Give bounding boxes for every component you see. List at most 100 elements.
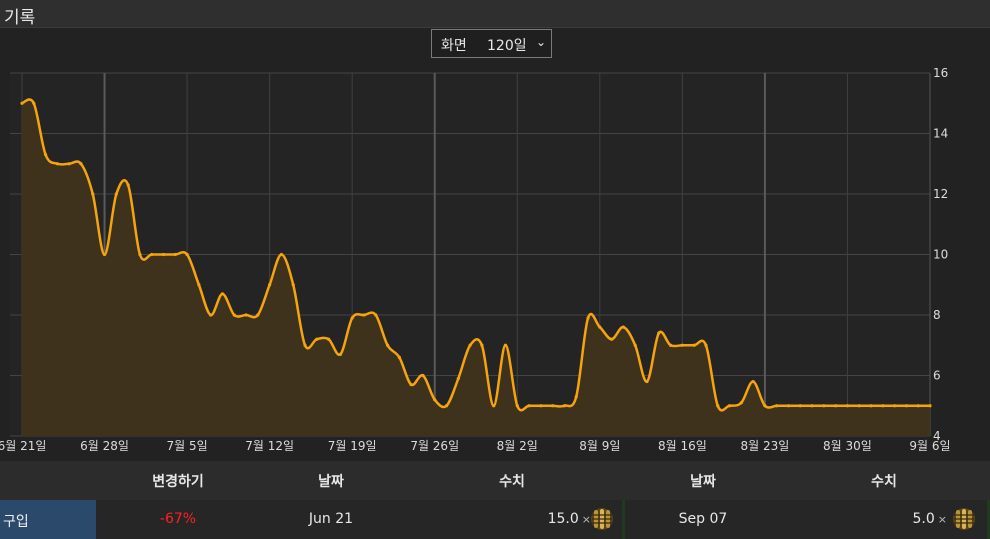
x-tick-label: 8월 30일 (823, 439, 872, 453)
data-point (904, 404, 909, 408)
amount2-value: 5.0 × (913, 511, 947, 527)
y-tick-label: 16 (933, 66, 948, 80)
data-point (716, 404, 720, 408)
buy-type-cell: 구입 (0, 500, 96, 539)
coin-stack-icon (591, 508, 613, 530)
data-point (79, 162, 83, 166)
data-point (150, 252, 154, 257)
col-date2-header: 날짜 (690, 474, 716, 490)
data-point (845, 404, 850, 408)
data-point (692, 343, 696, 347)
data-point (598, 325, 602, 329)
data-point (197, 283, 201, 287)
data-point (303, 343, 307, 347)
y-tick-label: 6 (933, 369, 941, 383)
data-point (350, 316, 354, 320)
data-point (279, 252, 284, 257)
data-point (798, 404, 802, 408)
price-history-chart: 468101214166월 21일 6월 28일 7월 5일 7월 12일 7월 19일… (0, 66, 951, 453)
col-amount1-header: 수치 (499, 474, 525, 490)
data-point (633, 343, 637, 347)
data-point (291, 283, 295, 287)
y-tick-label: 14 (933, 127, 948, 141)
change-value: -67% (159, 511, 197, 527)
y-tick-label: 8 (933, 308, 941, 322)
data-point (810, 404, 814, 408)
data-point (102, 252, 107, 257)
x-tick-label: 7월 19일 (328, 439, 377, 453)
data-point (928, 404, 932, 408)
data-point (492, 404, 496, 408)
col-date1-header: 날짜 (318, 474, 344, 490)
data-point (668, 343, 673, 347)
chevron-down-icon: ⌄ (536, 35, 547, 49)
x-tick-label: 9월 6일 (909, 439, 950, 453)
table-header: 변경하기 날짜 수치 날짜 수치 (0, 461, 990, 500)
column-separator (622, 500, 625, 539)
data-point (91, 192, 95, 196)
date2-value: Sep 07 (678, 511, 728, 527)
data-point (374, 313, 378, 317)
data-point (421, 373, 425, 378)
amount2-number: 5.0 (912, 511, 935, 527)
page-title: 기록 (4, 8, 36, 28)
data-point (763, 404, 767, 408)
multiplier-sign-2: × (937, 513, 947, 526)
data-point (586, 316, 590, 320)
data-point (43, 153, 48, 157)
data-point (751, 379, 755, 384)
data-point (385, 343, 390, 347)
data-point (173, 252, 177, 257)
data-point (775, 404, 779, 408)
amount1-value: 15.0 × (548, 511, 591, 527)
data-point (539, 404, 543, 408)
data-point (138, 252, 142, 257)
data-point (220, 292, 225, 296)
x-tick-label: 7월 5일 (167, 439, 208, 453)
title-bar: 기록 (0, 0, 990, 28)
data-point (727, 404, 732, 408)
data-point (704, 343, 708, 347)
data-point (433, 398, 437, 402)
data-point (786, 404, 791, 408)
col-change-header: 변경하기 (152, 474, 204, 490)
data-point (621, 325, 626, 329)
x-tick-label: 8월 23일 (741, 439, 790, 453)
x-tick-label: 7월 26일 (410, 439, 459, 453)
table-row[interactable]: 구입 -67% Jun 21 15.0 × Sep 07 5.0 × (0, 500, 990, 539)
data-point (161, 252, 166, 257)
date1-value: Jun 21 (308, 511, 354, 527)
data-point (739, 401, 743, 405)
data-point (551, 404, 555, 408)
data-point (515, 404, 519, 408)
data-point (409, 382, 413, 387)
data-point (114, 192, 118, 196)
x-tick-label: 6월 21일 (0, 439, 46, 453)
data-point (822, 404, 826, 408)
data-point (338, 352, 342, 356)
view-range-value: 120일 (487, 38, 527, 54)
x-tick-label: 6월 28일 (80, 439, 129, 453)
data-point (857, 404, 861, 408)
data-point (244, 313, 248, 317)
view-range-select[interactable]: 화면 120일 ⌄ (431, 29, 552, 58)
data-point (657, 331, 661, 335)
data-point (67, 162, 71, 166)
row-type: 구입 (3, 514, 29, 530)
data-point (185, 252, 189, 257)
data-point (916, 404, 920, 408)
data-point (610, 337, 614, 341)
data-point (326, 337, 331, 341)
x-tick-label: 8월 9일 (579, 439, 620, 453)
data-point (397, 355, 401, 359)
coin-stack-icon (953, 508, 975, 530)
data-point (574, 395, 578, 399)
data-point (209, 313, 213, 317)
data-point (55, 162, 59, 166)
data-point (456, 376, 460, 381)
col-amount2-header: 수치 (871, 474, 897, 490)
data-point (645, 379, 649, 384)
history-table: 변경하기 날짜 수치 날짜 수치 구입 -67% Jun 21 15.0 × Se… (0, 461, 990, 539)
x-tick-label: 8월 16일 (658, 439, 707, 453)
data-point (126, 183, 130, 187)
